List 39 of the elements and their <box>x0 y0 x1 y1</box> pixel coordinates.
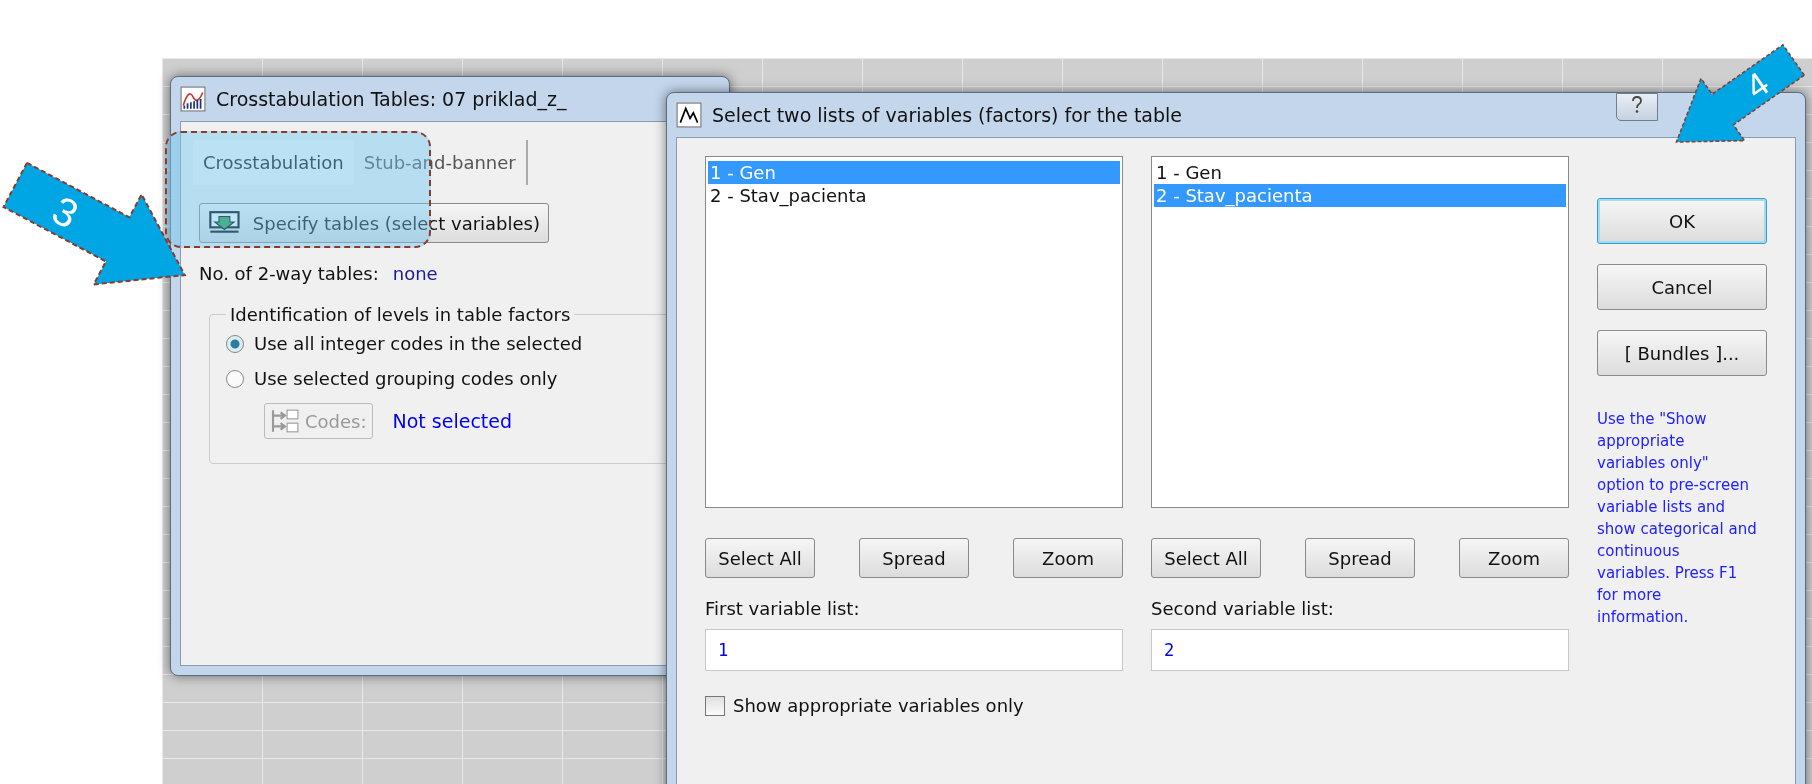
tables-count-value: none <box>392 263 438 284</box>
chart-icon <box>180 86 206 112</box>
dialog-button[interactable]: [ Bundles ]... <box>1597 330 1767 376</box>
table-arrow-icon <box>208 210 241 236</box>
tables-count-label: No. of 2-way tables: <box>199 263 379 284</box>
window-title: Crosstabulation Tables: 07 priklad_z_ <box>216 88 567 110</box>
input-field[interactable]: 1 <box>705 629 1123 671</box>
step-number: 3 <box>44 187 86 238</box>
list-button[interactable]: Select All <box>705 538 815 578</box>
list-button[interactable]: Zoom <box>1013 538 1123 578</box>
tab[interactable]: Stub-and-banner <box>353 140 528 185</box>
list-item[interactable]: 1 - Gen <box>1154 161 1566 184</box>
input-field[interactable]: 2 <box>1151 629 1569 671</box>
list-button[interactable]: Spread <box>859 538 969 578</box>
list-button[interactable]: Select All <box>1151 538 1261 578</box>
field-label: First variable list: <box>705 598 861 619</box>
list-button[interactable]: Zoom <box>1459 538 1569 578</box>
graph-icon <box>676 102 702 128</box>
window-title: Select two lists of variables (factors) for the table <box>712 104 1183 126</box>
dialog-button[interactable]: OK <box>1597 198 1767 244</box>
list-item[interactable]: 2 - Stav_pacienta <box>708 184 1120 207</box>
radio-label: Use all integer codes in the selected <box>254 333 583 354</box>
list-button[interactable]: Spread <box>1305 538 1415 578</box>
step-number: 4 <box>1738 64 1777 107</box>
help-text: Use the "Show appropriate variables only" option to pre-screen variable lists and show categorical and continuous variables. Press F1 for more information. <box>1597 409 1757 628</box>
help-icon <box>1631 96 1643 114</box>
checkbox[interactable] <box>705 695 725 716</box>
dialog-button[interactable]: Cancel <box>1597 264 1767 310</box>
tab[interactable]: Crosstabulation <box>193 140 354 185</box>
grid-arrow-icon <box>270 408 302 434</box>
radio-button[interactable] <box>226 369 244 388</box>
help-button[interactable] <box>1616 93 1658 121</box>
field-label: Second variable list: <box>1151 598 1335 619</box>
radio-button[interactable] <box>226 334 244 353</box>
checkbox-label: Show appropriate variables only <box>733 695 1024 716</box>
radio-label: Use selected grouping codes only <box>254 368 558 389</box>
group-title: Identification of levels in table factors <box>229 304 572 325</box>
specify-tables-button[interactable]: Specify tables (select variables) <box>199 203 549 243</box>
codes-value: Not selected <box>392 410 513 432</box>
